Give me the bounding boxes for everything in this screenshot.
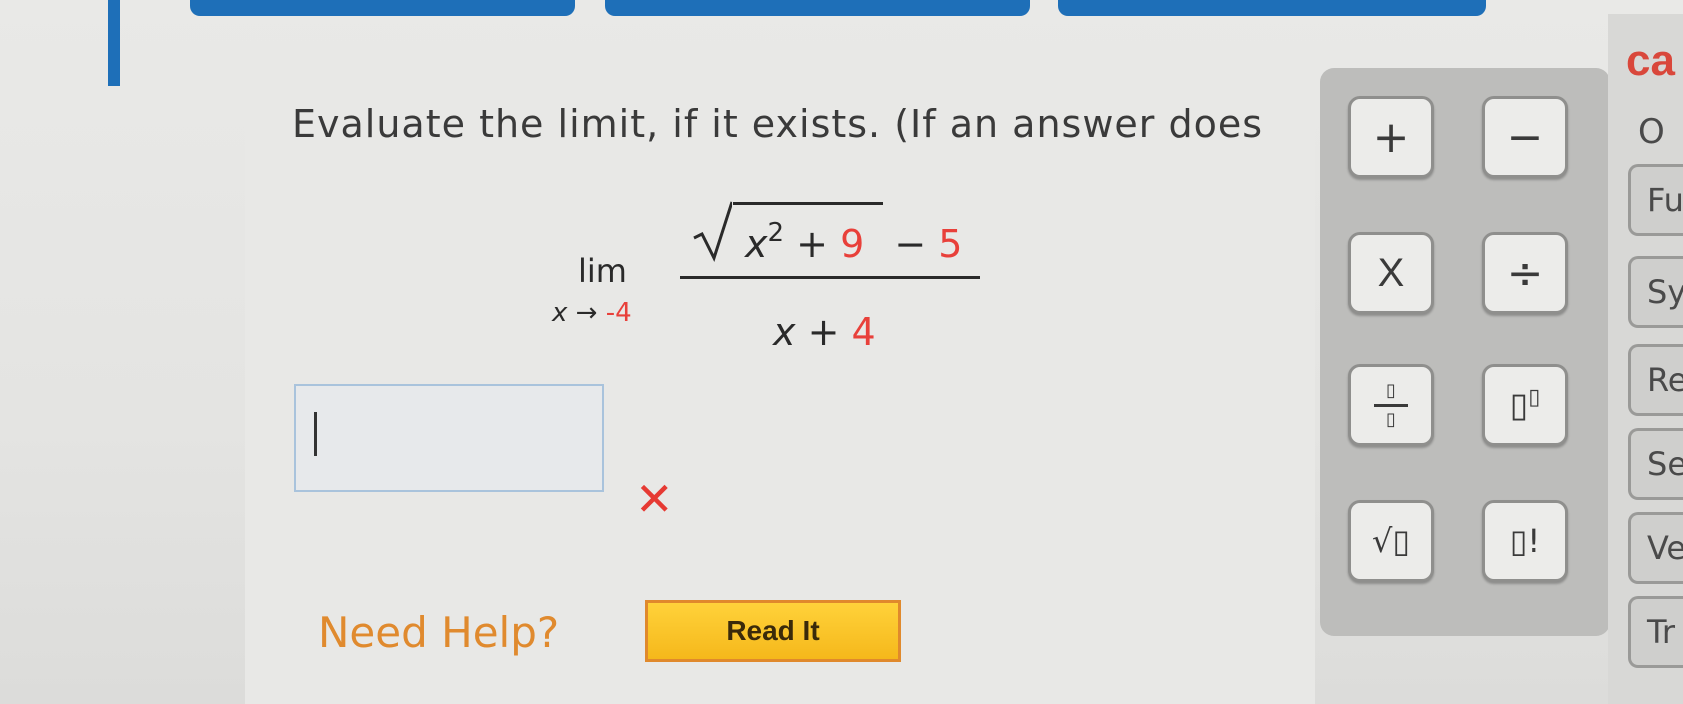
denominator: x + 4 (773, 310, 876, 354)
side-tab-vectors[interactable]: Ve (1628, 512, 1683, 584)
fraction-icon: ▯ ▯ (1374, 381, 1408, 429)
numerator-variable: x (745, 222, 768, 266)
side-tab-trig[interactable]: Tr (1628, 596, 1683, 668)
denominator-variable: x (773, 310, 796, 354)
denominator-constant: 4 (851, 310, 876, 354)
factorial-icon: ▯! (1509, 522, 1541, 560)
need-help-label: Need Help? (318, 608, 560, 657)
power-icon: ▯▯ (1509, 384, 1541, 426)
left-accent-bar (108, 0, 120, 86)
limit-word: lim (578, 252, 627, 290)
top-tab-2[interactable] (605, 0, 1030, 16)
side-tab-functions[interactable]: Fu (1628, 164, 1683, 236)
key-fraction[interactable]: ▯ ▯ (1348, 364, 1434, 446)
times-icon: X (1377, 250, 1405, 295)
page: Evaluate the limit, if it exists. (If an… (0, 0, 1683, 704)
numerator-subtract: 5 (938, 222, 963, 266)
numerator: x2 + 9 − 5 (745, 218, 963, 266)
top-tab-3[interactable] (1058, 0, 1486, 16)
question-prompt: Evaluate the limit, if it exists. (If an… (292, 102, 1264, 146)
numerator-exponent: 2 (767, 218, 785, 248)
minus-icon: − (1506, 111, 1544, 163)
incorrect-x-icon: ✕ (635, 472, 674, 526)
numerator-minus: − (894, 222, 927, 266)
read-it-button[interactable]: Read It (645, 600, 901, 662)
limit-arrow: → (575, 298, 598, 328)
numerator-plus: + (796, 222, 828, 266)
side-panel-subheading: O (1638, 112, 1665, 152)
top-tab-1[interactable] (190, 0, 575, 16)
sqrt-icon: √▯ (1372, 522, 1410, 560)
limit-subscript: x → -4 (552, 298, 632, 328)
sqrt-overline (733, 202, 883, 205)
key-minus[interactable]: − (1482, 96, 1568, 178)
limit-target: -4 (605, 298, 632, 328)
numerator-constant: 9 (840, 222, 865, 266)
side-tab-symbols[interactable]: Sy (1628, 256, 1683, 328)
side-panel-heading: ca (1626, 36, 1675, 85)
key-times[interactable]: X (1348, 232, 1434, 314)
key-power[interactable]: ▯▯ (1482, 364, 1568, 446)
denominator-plus: + (807, 310, 840, 354)
divide-icon: ÷ (1506, 247, 1544, 299)
key-divide[interactable]: ÷ (1482, 232, 1568, 314)
math-keypad: + − X ÷ ▯ ▯ ▯▯ √▯ ▯! (1320, 68, 1610, 636)
key-factorial[interactable]: ▯! (1482, 500, 1568, 582)
limit-variable: x (552, 298, 568, 328)
key-plus[interactable]: + (1348, 96, 1434, 178)
text-caret (314, 412, 317, 456)
key-sqrt[interactable]: √▯ (1348, 500, 1434, 582)
plus-icon: + (1372, 111, 1410, 163)
side-tab-sets[interactable]: Se (1628, 428, 1683, 500)
sqrt-symbol-icon (693, 201, 732, 262)
answer-input[interactable] (294, 384, 604, 492)
fraction-bar (680, 276, 980, 279)
side-tab-relations[interactable]: Re (1628, 344, 1683, 416)
